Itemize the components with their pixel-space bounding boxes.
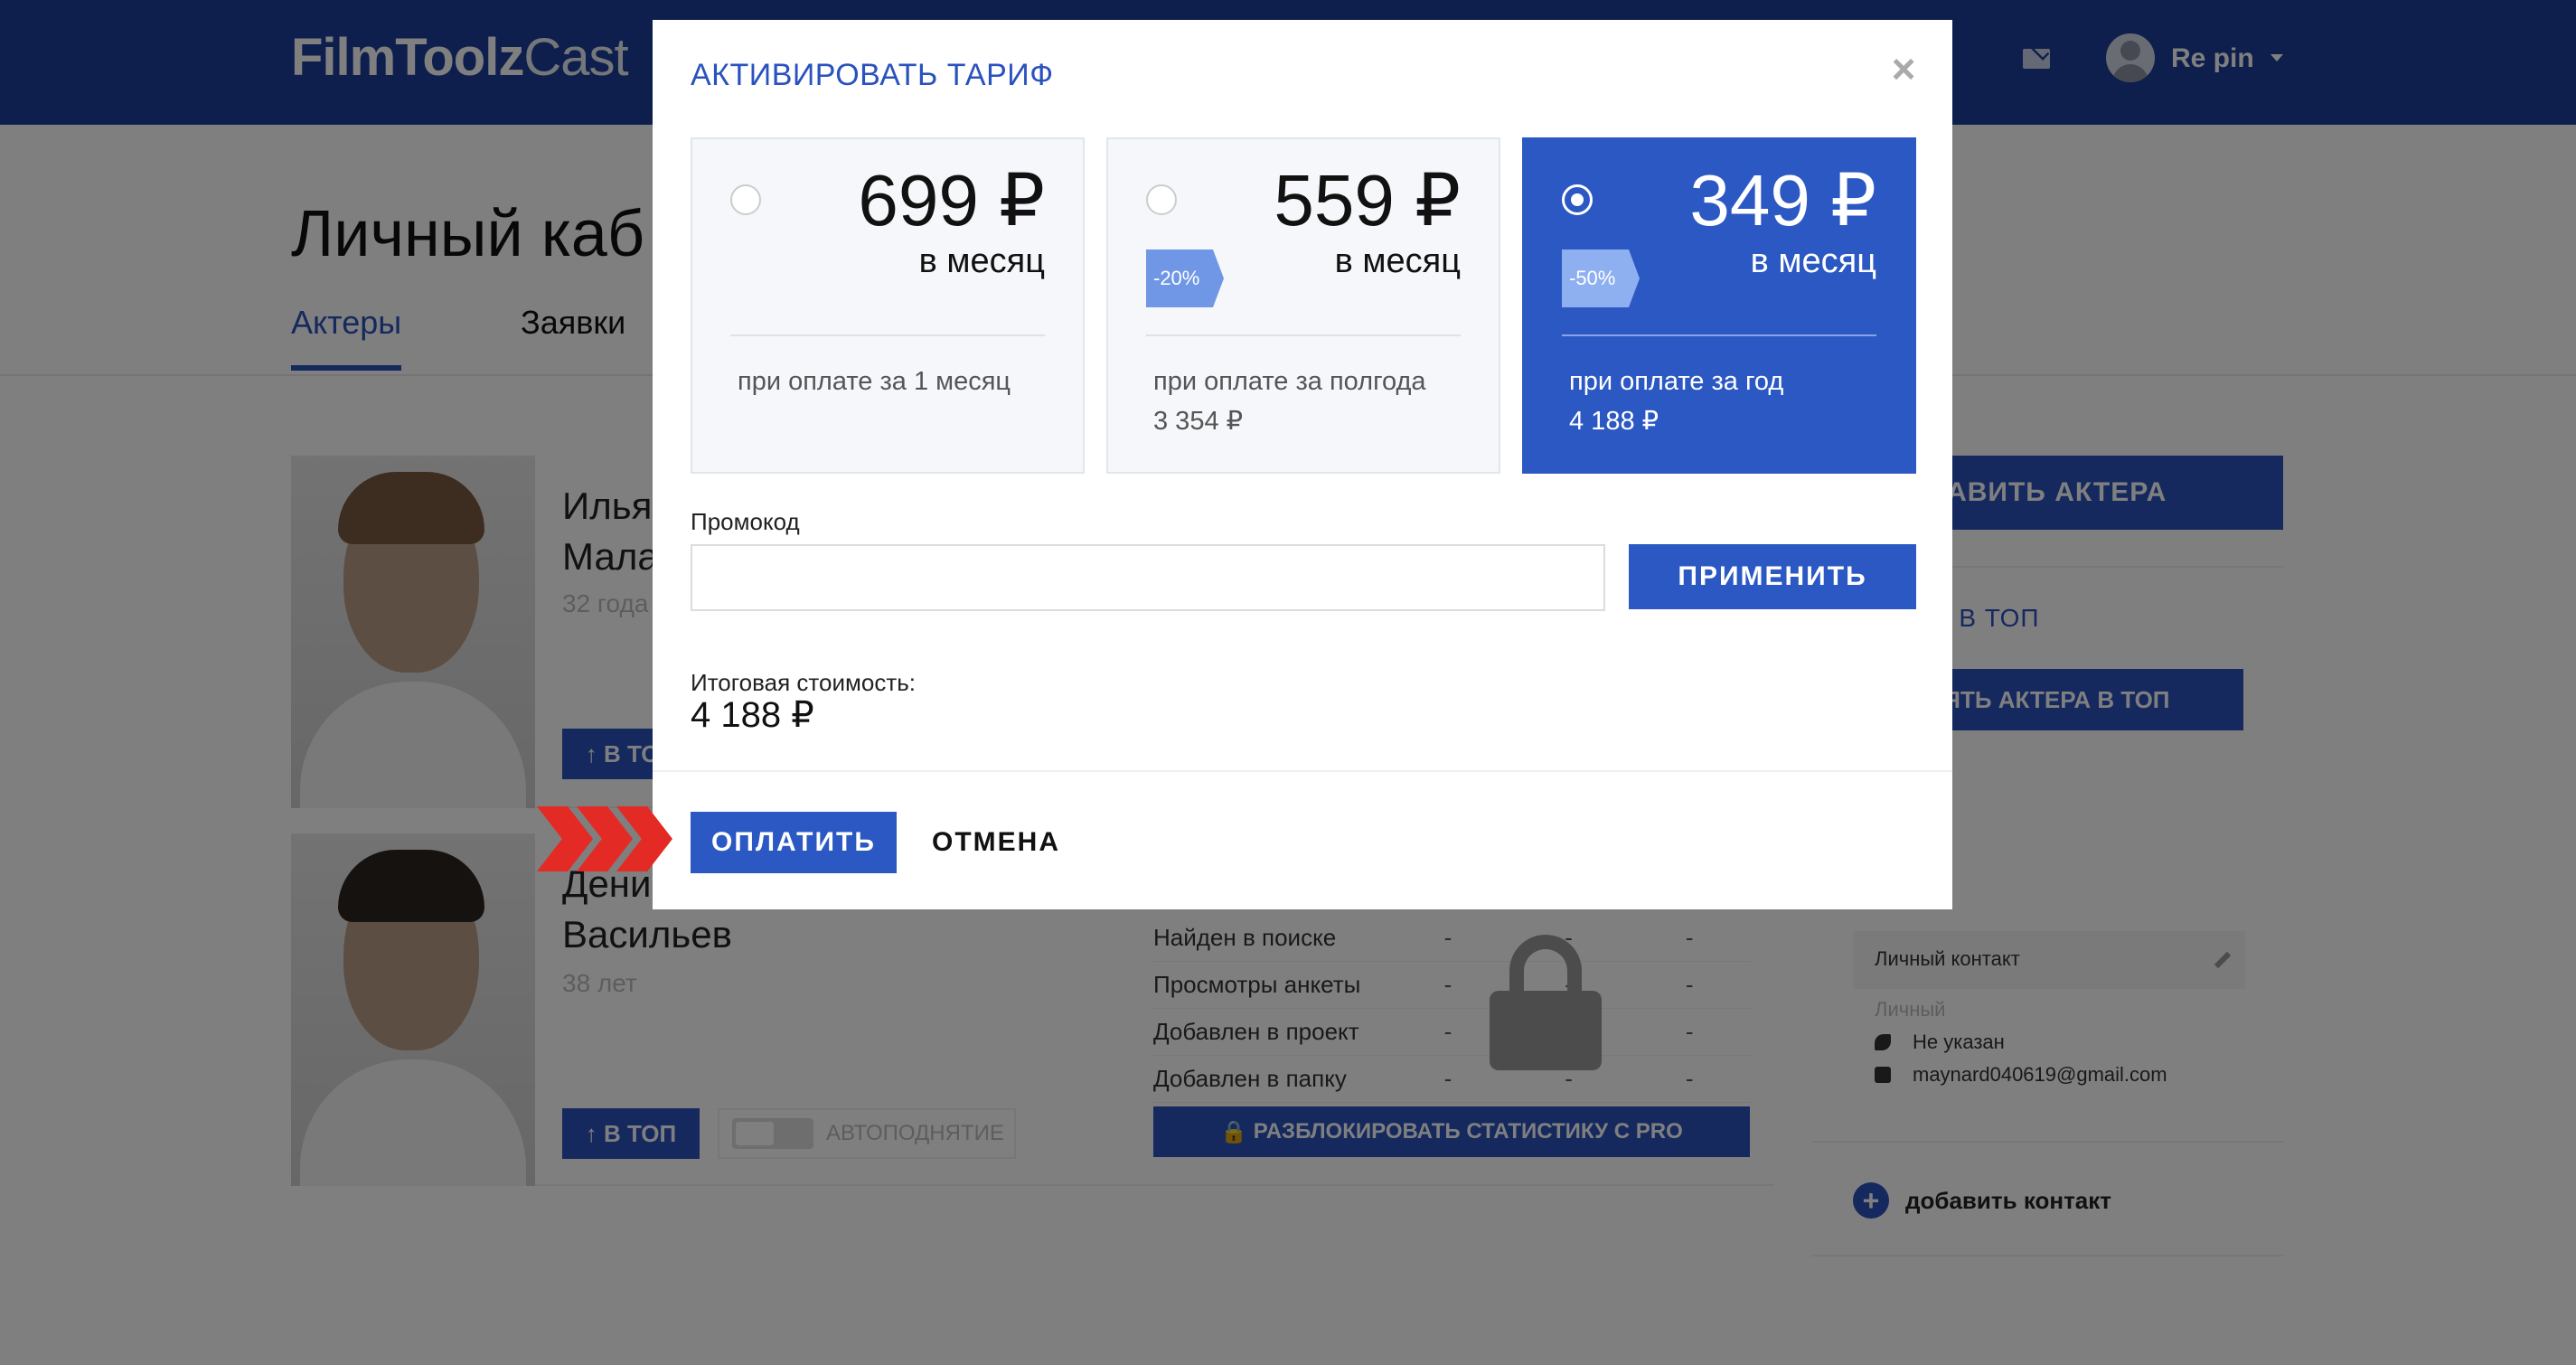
total-label: Итоговая стоимость: [691, 669, 917, 696]
plan-option-yearly[interactable]: 349 ₽ в месяц -50% при оплате за год 4 1… [1522, 137, 1916, 474]
discount-badge: -20% [1146, 249, 1224, 307]
pointer-arrows-icon [537, 806, 674, 871]
plan-divider [730, 334, 1045, 336]
plan-option-halfyear[interactable]: 559 ₽ в месяц -20% при оплате за полгода… [1106, 137, 1500, 474]
modal-footer-divider [653, 770, 1952, 772]
plan-note: при оплате за полгода 3 354 ₽ [1153, 362, 1426, 441]
promo-label: Промокод [691, 508, 800, 535]
plan-total: 4 188 ₽ [1569, 407, 1659, 436]
plan-note-text: при оплате за полгода [1153, 367, 1426, 396]
plan-price: 559 ₽ [1274, 160, 1461, 240]
apply-promo-button[interactable]: ПРИМЕНИТЬ [1629, 544, 1916, 609]
plan-radio-selected[interactable] [1562, 184, 1593, 215]
plan-note-text: при оплате за год [1569, 367, 1784, 396]
discount-badge: -50% [1562, 249, 1640, 307]
plan-divider [1146, 334, 1461, 336]
cancel-button[interactable]: ОТМЕНА [924, 812, 1068, 873]
pay-button[interactable]: ОПЛАТИТЬ [691, 812, 897, 873]
total-value: 4 188 ₽ [691, 695, 814, 735]
plan-note: при оплате за год 4 188 ₽ [1569, 362, 1783, 441]
plan-price: 349 ₽ [1689, 160, 1876, 240]
promo-input[interactable] [691, 544, 1605, 611]
plan-note: при оплате за 1 месяц [738, 362, 1011, 401]
plan-price: 699 ₽ [858, 160, 1045, 240]
plan-period: в месяц [1750, 242, 1876, 280]
plan-option-monthly[interactable]: 699 ₽ в месяц при оплате за 1 месяц [691, 137, 1085, 474]
plan-note-text: при оплате за 1 месяц [738, 367, 1011, 396]
plan-radio[interactable] [730, 184, 761, 215]
plan-total: 3 354 ₽ [1153, 407, 1244, 436]
plan-radio[interactable] [1146, 184, 1177, 215]
plan-period: в месяц [1334, 242, 1461, 280]
plan-period: в месяц [918, 242, 1045, 280]
modal-title: АКТИВИРОВАТЬ ТАРИФ [691, 58, 1054, 92]
close-icon[interactable]: × [1885, 48, 1922, 89]
activate-plan-modal: АКТИВИРОВАТЬ ТАРИФ × 699 ₽ в месяц при о… [653, 20, 1952, 909]
plan-divider [1562, 334, 1876, 336]
